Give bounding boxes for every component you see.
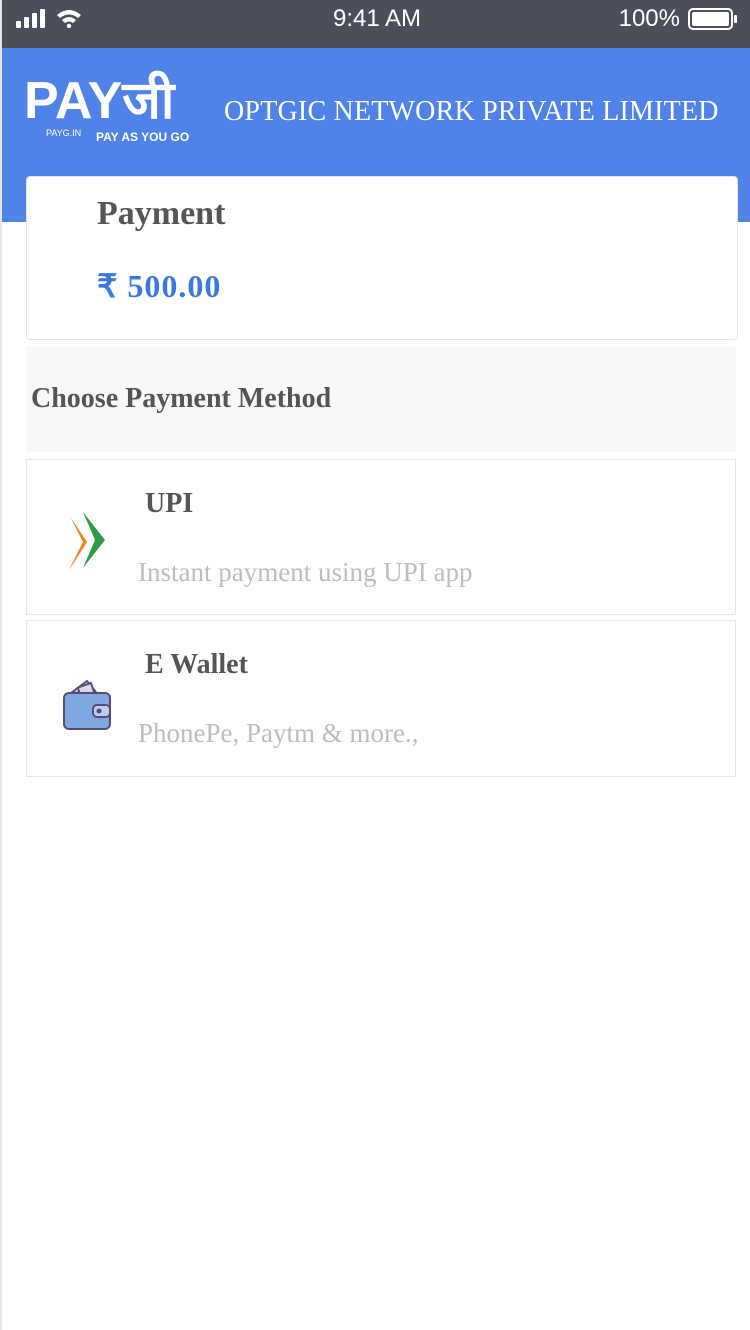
payment-option-wallet[interactable]: E Wallet PhonePe, Paytm & more., — [26, 620, 736, 777]
company-name: OPTGIC NETWORK PRIVATE LIMITED — [224, 96, 719, 127]
status-right: 100% — [619, 5, 738, 33]
status-bar: 9:41 AM 100% — [2, 0, 750, 48]
payment-option-upi[interactable]: UPI Instant payment using UPI app — [26, 459, 736, 615]
payji-logo: PAYजी PAYG.IN PAY AS YOU GO — [24, 70, 189, 144]
choose-method-header: Choose Payment Method — [26, 346, 736, 452]
svg-text:PAYG.IN: PAYG.IN — [46, 128, 81, 138]
battery-icon — [688, 8, 737, 30]
wallet-icon — [63, 679, 111, 730]
payment-summary-card: Payment ₹ 500.00 — [26, 176, 738, 340]
payment-title: Payment — [97, 195, 226, 232]
payment-amount: ₹ 500.00 — [97, 268, 222, 304]
option-title: E Wallet — [145, 649, 248, 680]
choose-method-label: Choose Payment Method — [31, 383, 332, 414]
upi-icon — [69, 512, 105, 570]
svg-text:PAY AS YOU GO: PAY AS YOU GO — [96, 130, 189, 144]
svg-text:PAYजी: PAYजी — [24, 70, 177, 130]
option-title: UPI — [145, 488, 194, 519]
option-description: Instant payment using UPI app — [138, 557, 473, 587]
option-description: PhonePe, Paytm & more., — [138, 718, 419, 748]
battery-percent: 100% — [618, 5, 680, 32]
